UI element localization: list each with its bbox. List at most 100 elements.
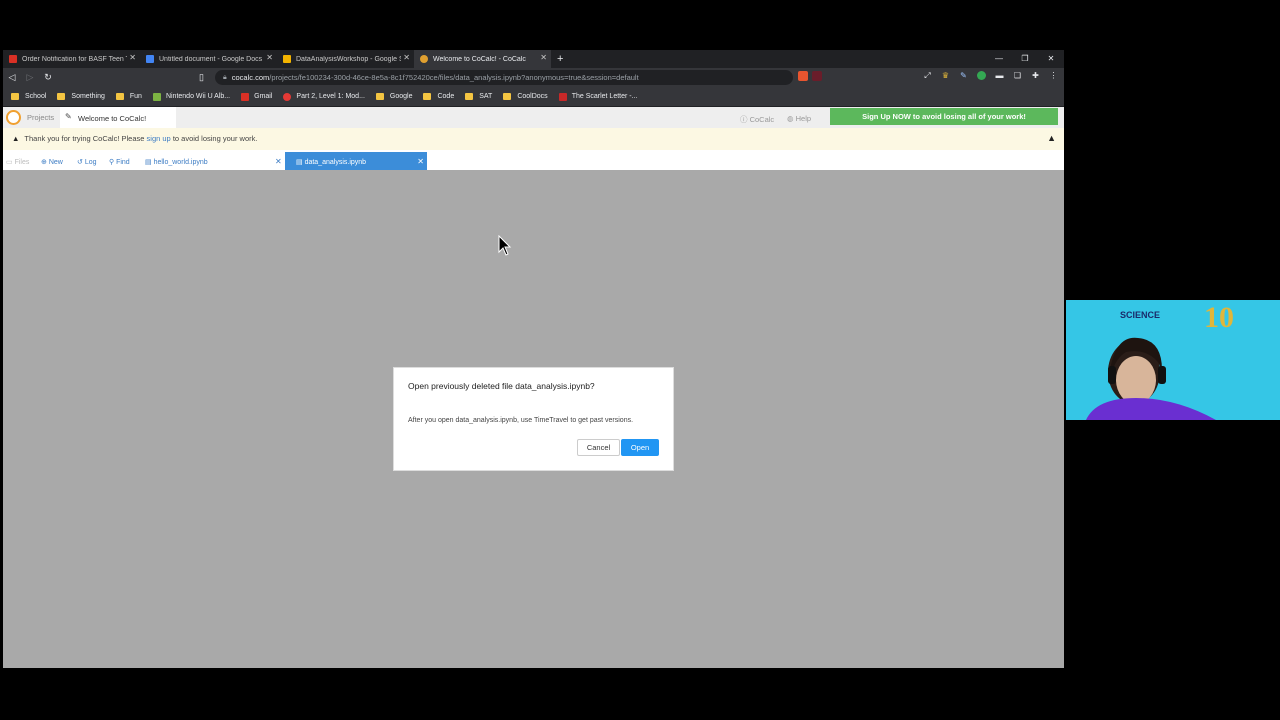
folder-icon xyxy=(375,93,384,100)
new-tab-button[interactable]: + xyxy=(551,50,569,68)
address-bar[interactable]: 🔒︎ cocalc.com/projects/fe100234-300d-46c… xyxy=(215,70,793,85)
extension-crown-icon[interactable]: ♛ xyxy=(941,71,950,80)
browser-tab-docs[interactable]: Untitled document - Google Docs ✕ xyxy=(140,50,277,68)
folder-icon xyxy=(115,93,124,100)
brave-shields xyxy=(798,71,822,81)
nintendo-icon xyxy=(152,92,161,101)
webcam-overlay: SCIENCE 10 xyxy=(1066,300,1280,420)
file-tab-label: hello_world.ipynb xyxy=(153,159,208,166)
bookmark-something[interactable]: Something xyxy=(57,93,105,100)
bookmark-label: Nintendo Wii U Alb... xyxy=(165,93,231,100)
bookmark-code[interactable]: Code xyxy=(423,93,454,100)
pdf-icon xyxy=(558,92,567,101)
bookmark-label: Google xyxy=(389,93,413,100)
find-tab[interactable]: ⚲ Find xyxy=(109,158,130,166)
bookmark-scarlet-letter[interactable]: The Scarlet Letter -... xyxy=(558,92,637,101)
folder-icon xyxy=(503,93,512,100)
cocalc-logo[interactable] xyxy=(6,110,21,125)
file-tab-data-analysis[interactable]: ▤ data_analysis.ipynb ✕ xyxy=(285,152,427,170)
cocalc-topbar: Projects ✎ Welcome to CoCalc! ⓘ CoCalc ◍… xyxy=(3,107,1064,128)
brave-shield-icon[interactable] xyxy=(798,71,808,81)
close-file-icon[interactable]: ✕ xyxy=(275,157,282,166)
bookmark-fun[interactable]: Fun xyxy=(115,93,142,100)
google-docs-icon xyxy=(146,55,154,63)
info-icon: ⓘ xyxy=(740,115,750,124)
folder-icon xyxy=(11,93,19,100)
files-label: Files xyxy=(14,159,30,166)
gmail-icon xyxy=(241,92,250,101)
reload-icon[interactable]: ↻ xyxy=(39,72,57,83)
warning-icon[interactable]: ▲ xyxy=(1047,133,1056,143)
projects-link[interactable]: Projects xyxy=(27,113,54,122)
dialog-title: Open previously deleted file data_analys… xyxy=(408,381,595,391)
files-tab[interactable]: ▭ Files xyxy=(6,158,29,166)
bookmark-label: Code xyxy=(437,93,455,100)
forward-icon[interactable]: ▷ xyxy=(21,72,39,83)
signup-button[interactable]: Sign Up NOW to avoid losing all of your … xyxy=(830,108,1058,125)
new-label: New xyxy=(48,159,63,166)
menu-icon[interactable]: ⋮ xyxy=(1049,71,1058,80)
bookmark-icon[interactable]: ▯ xyxy=(199,72,204,83)
bookmark-youtube[interactable]: Part 2, Level 1: Mod... xyxy=(283,92,365,101)
close-window-icon[interactable]: ✕ xyxy=(1038,50,1064,68)
tab-title: Order Notification for BASF Teen T xyxy=(22,55,127,63)
close-tab-icon[interactable]: ✕ xyxy=(403,54,410,62)
extensions-puzzle-icon[interactable]: ✚ xyxy=(1031,71,1040,80)
extension-copy-icon[interactable]: ❏ xyxy=(1013,71,1022,80)
close-tab-icon[interactable]: ✕ xyxy=(129,54,136,62)
help-link-label: Help xyxy=(795,114,812,123)
help-link[interactable]: ◍ Help xyxy=(787,114,811,123)
restore-icon[interactable]: ❐ xyxy=(1012,50,1038,68)
tab-title: Untitled document - Google Docs xyxy=(159,55,263,63)
cocalc-info-link[interactable]: ⓘ CoCalc xyxy=(740,114,774,125)
folder-icon xyxy=(423,93,432,100)
bookmarks-bar: School Something Fun Nintendo Wii U Alb.… xyxy=(3,87,1064,107)
extensions: ⤢ ♛ ✎ ▬ ❏ ✚ ⋮ xyxy=(923,71,1058,80)
browser-tab-cocalc[interactable]: Welcome to CoCalc! - CoCalc ✕ xyxy=(414,50,551,68)
presenter-video xyxy=(1086,337,1216,420)
cocalc-icon xyxy=(420,55,428,63)
log-tab[interactable]: ↺ Log xyxy=(77,158,97,166)
folder-icon xyxy=(465,93,474,100)
file-tab-hello-world[interactable]: ▤ hello_world.ipynb xyxy=(145,158,208,166)
extension-green-icon[interactable] xyxy=(977,71,986,80)
tab-strip: Order Notification for BASF Teen T ✕ Unt… xyxy=(3,50,1064,68)
bookmark-sat[interactable]: SAT xyxy=(465,93,492,100)
log-label: Log xyxy=(84,159,97,166)
bookmark-label: School xyxy=(25,93,47,100)
browser-tab-sheets[interactable]: DataAnalysisWorkshop - Google S ✕ xyxy=(277,50,414,68)
close-tab-icon[interactable]: ✕ xyxy=(266,54,273,62)
minimize-icon[interactable]: — xyxy=(986,50,1012,68)
open-button[interactable]: Open xyxy=(621,439,659,456)
bookmark-label: Something xyxy=(71,93,105,100)
bookmark-label: SAT xyxy=(479,93,493,100)
bookmark-school[interactable]: School xyxy=(11,93,46,100)
window-controls: — ❐ ✕ xyxy=(986,50,1064,68)
bookmark-label: Fun xyxy=(129,93,142,100)
close-tab-icon[interactable]: ✕ xyxy=(540,54,547,62)
welcome-tab-label: Welcome to CoCalc! xyxy=(78,114,147,123)
close-file-icon[interactable]: ✕ xyxy=(417,157,424,166)
dialog-body: After you open data_analysis.ipynb, use … xyxy=(408,417,634,424)
welcome-project-tab[interactable]: ✎ Welcome to CoCalc! xyxy=(60,107,176,128)
extension-dash-icon[interactable]: ▬ xyxy=(995,71,1004,80)
cancel-button[interactable]: Cancel xyxy=(577,439,620,456)
gmail-icon xyxy=(9,55,17,63)
tab-title: DataAnalysisWorkshop - Google S xyxy=(296,55,401,63)
bookmark-nintendo[interactable]: Nintendo Wii U Alb... xyxy=(152,92,231,101)
browser-tab-gmail[interactable]: Order Notification for BASF Teen T ✕ xyxy=(3,50,140,68)
new-tab[interactable]: ⊕ New xyxy=(41,158,63,166)
extension-pen-icon[interactable]: ✎ xyxy=(959,71,968,80)
url-host: cocalc.com xyxy=(231,73,270,82)
cast-icon[interactable]: ⤢ xyxy=(923,71,932,80)
bookmark-gmail[interactable]: Gmail xyxy=(241,92,272,101)
bookmark-cooldocs[interactable]: CoolDocs xyxy=(503,93,548,100)
cocalc-link-label: CoCalc xyxy=(749,115,775,124)
banner-text: Thank you for trying CoCalc! Please xyxy=(24,134,145,143)
bookmark-google[interactable]: Google xyxy=(375,93,413,100)
signup-link[interactable]: sign up xyxy=(147,134,171,143)
edit-icon: ✎ xyxy=(65,112,72,121)
brave-rewards-icon[interactable] xyxy=(812,71,822,81)
back-icon[interactable]: ◁ xyxy=(3,72,21,83)
help-icon: ◍ xyxy=(787,114,796,123)
